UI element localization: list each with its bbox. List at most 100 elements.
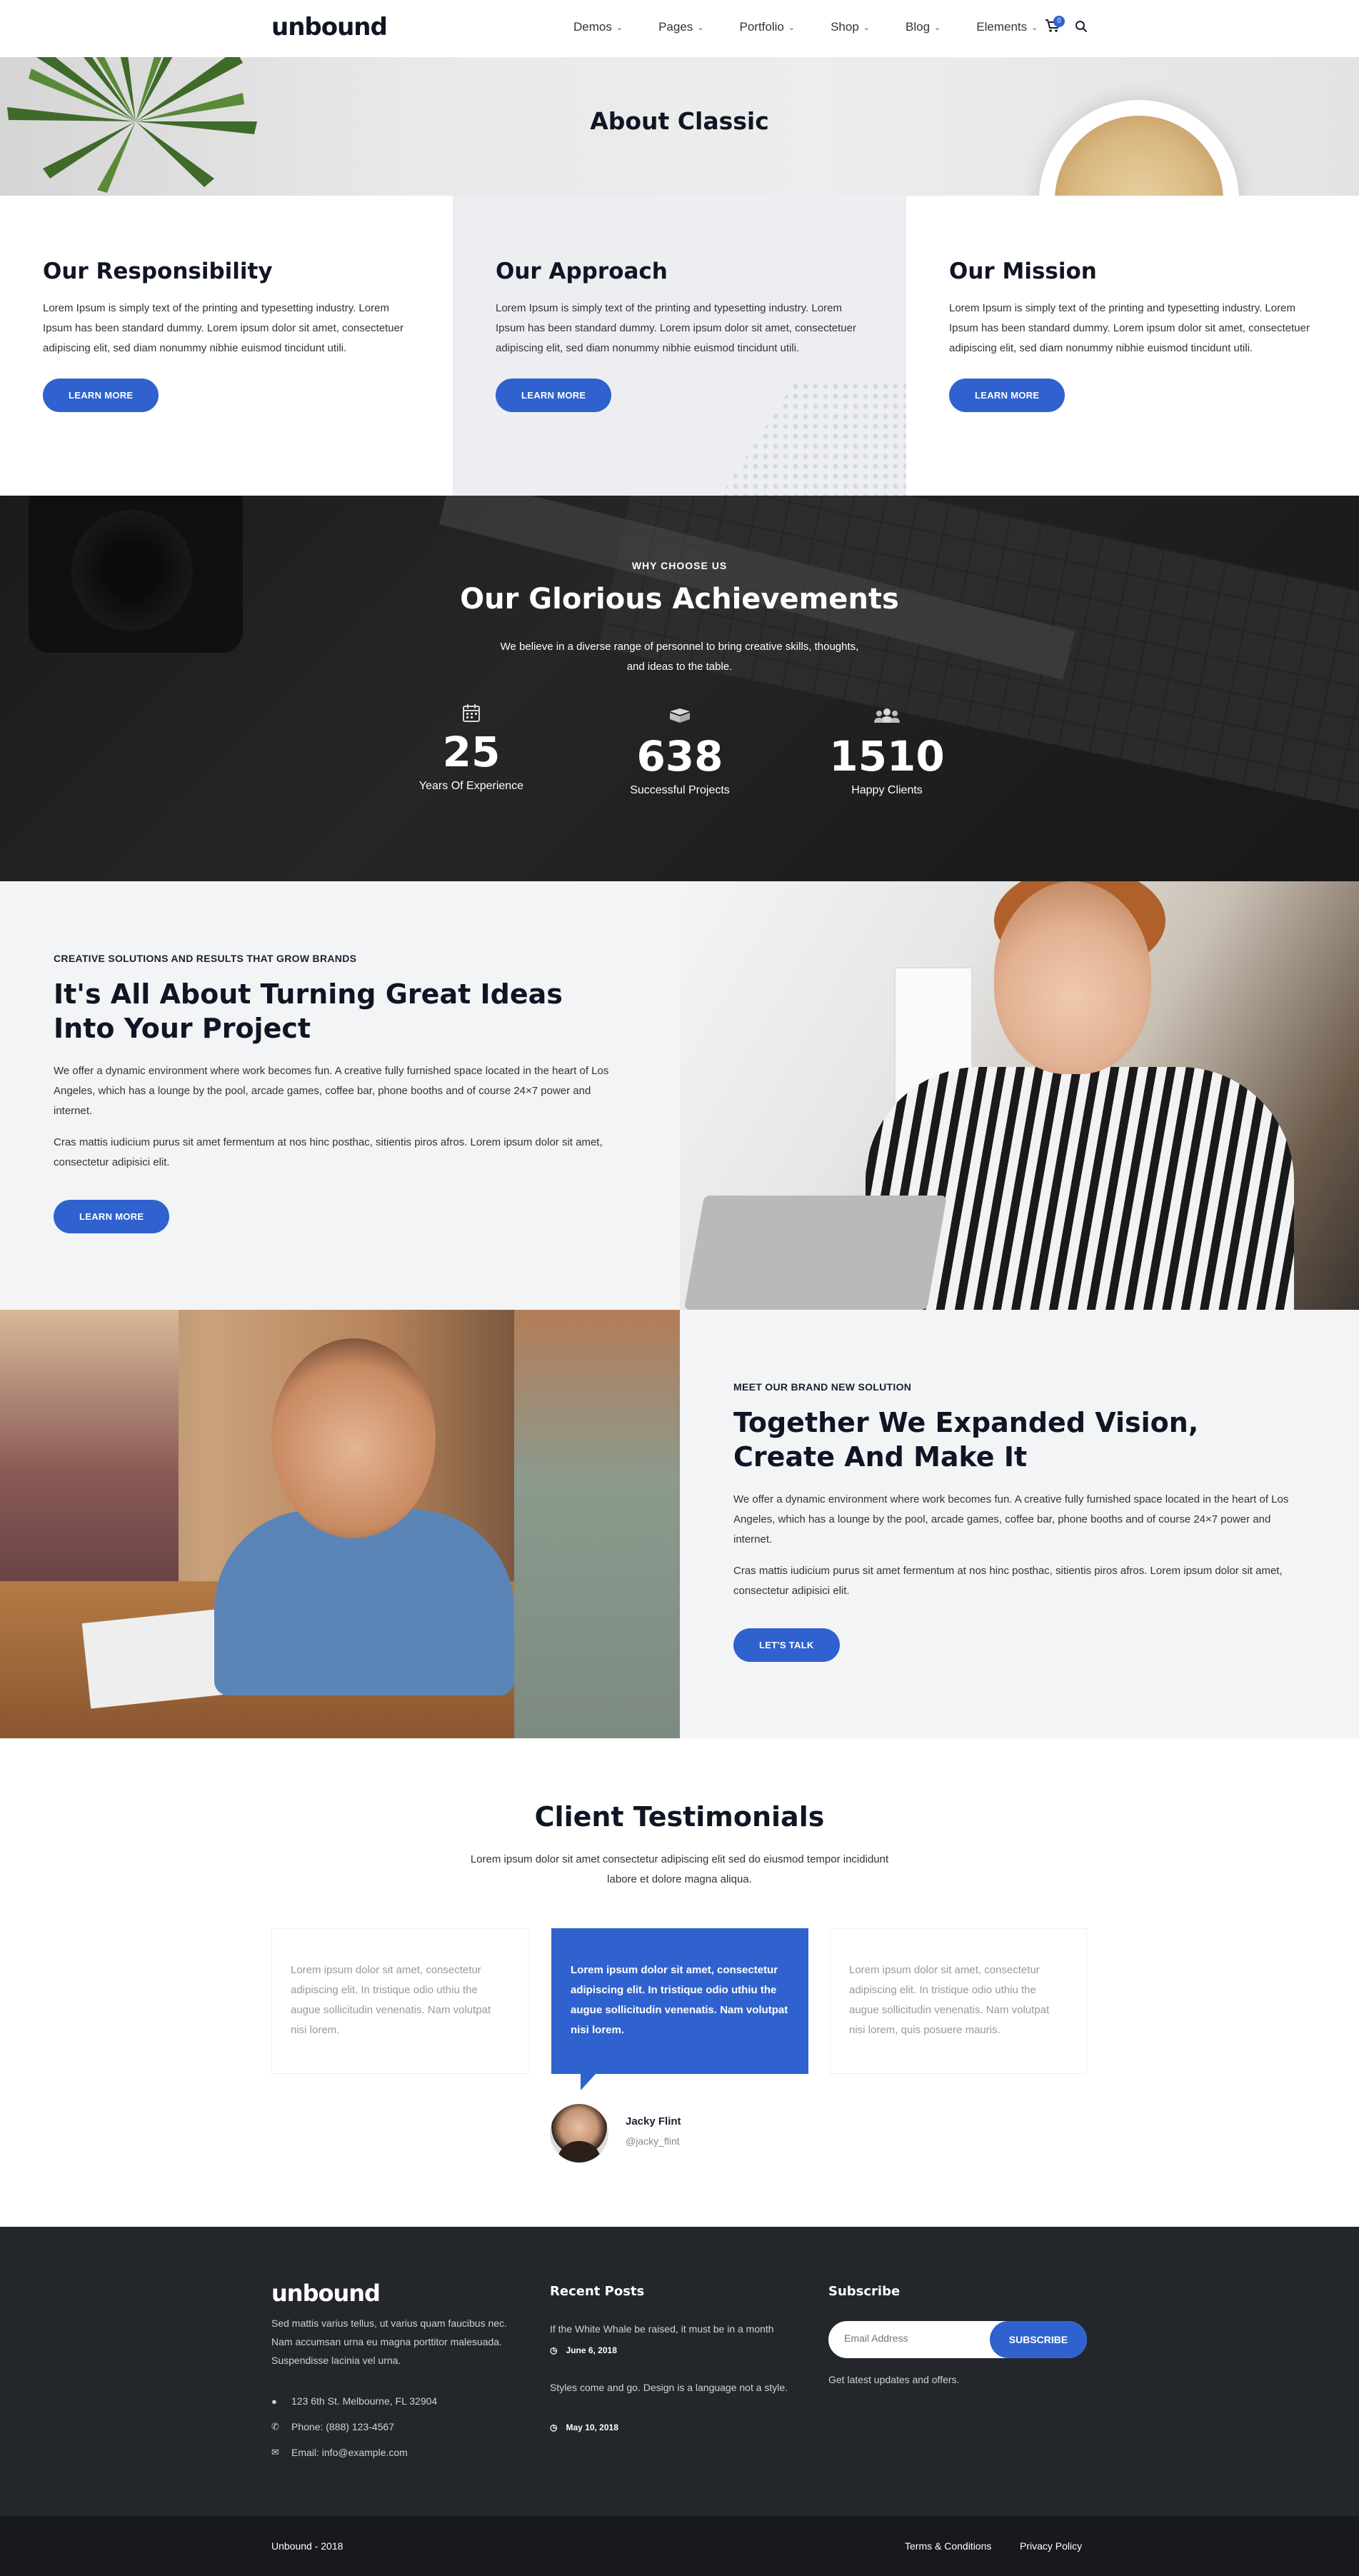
section-paragraph: We offer a dynamic environment where wor… <box>733 1493 1289 1545</box>
feature-mission: Our Mission Lorem Ipsum is simply text o… <box>906 196 1359 496</box>
stat-years: 25 Years Of Experience <box>400 703 543 793</box>
chevron-down-icon: ⌄ <box>788 23 796 32</box>
nav-item-portfolio[interactable]: Portfolio ⌄ <box>740 20 796 34</box>
section-paragraph: We offer a dynamic environment where wor… <box>54 1065 609 1117</box>
post-date-text: May 10, 2018 <box>566 2422 618 2432</box>
address-text: 123 6th St. Melbourne, FL 32904 <box>291 2395 438 2407</box>
email-text[interactable]: Email: info@example.com <box>291 2447 408 2458</box>
learn-more-button[interactable]: LEARN MORE <box>54 1200 170 1233</box>
nav-item-elements[interactable]: Elements ⌄ <box>976 20 1038 34</box>
feature-title: Our Responsibility <box>43 259 273 284</box>
footer-address: ● 123 6th St. Melbourne, FL 32904 <box>271 2395 437 2407</box>
feature-approach: Our Approach Lorem Ipsum is simply text … <box>453 196 906 496</box>
subscribe-note: Get latest updates and offers. <box>828 2374 960 2385</box>
feature-title: Our Mission <box>949 259 1097 284</box>
nav-item-label: Portfolio <box>739 20 784 34</box>
calendar-icon <box>400 703 543 727</box>
footer-logo[interactable]: unbound <box>271 2280 381 2307</box>
section-title: Together We Expanded Vision, Create And … <box>733 1407 1199 1473</box>
cart-count-badge: 0 <box>1053 16 1065 27</box>
section-title: Our Glorious Achievements <box>460 583 899 616</box>
stat-value: 25 <box>442 728 501 776</box>
recent-post-link[interactable]: Styles come and go. Design is a language… <box>550 2378 807 2397</box>
nav-item-shop[interactable]: Shop ⌄ <box>831 20 870 34</box>
mail-icon: ✉ <box>271 2447 279 2457</box>
chevron-down-icon: ⌄ <box>934 23 941 32</box>
nav-item-pages[interactable]: Pages ⌄ <box>658 20 703 34</box>
chevron-down-icon: ⌄ <box>1031 23 1038 32</box>
recent-posts-heading: Recent Posts <box>550 2284 645 2299</box>
section-kicker: CREATIVE SOLUTIONS AND RESULTS THAT GROW… <box>54 953 357 964</box>
lets-talk-button[interactable]: LET'S TALK <box>733 1628 840 1662</box>
section-description: We believe in a diverse range of personn… <box>500 641 859 673</box>
privacy-link[interactable]: Privacy Policy <box>1020 2540 1082 2552</box>
phone-text: Phone: (888) 123-4567 <box>291 2421 394 2432</box>
avatar <box>550 2104 608 2162</box>
page-title: About Classic <box>590 107 769 135</box>
stat-label: Happy Clients <box>851 784 923 796</box>
site-header: unbound Demos ⌄ Pages ⌄ Portfolio ⌄ Shop ⌄ B… <box>0 0 1359 57</box>
chevron-down-icon: ⌄ <box>616 23 623 32</box>
map-pin-icon: ● <box>271 2395 277 2407</box>
feature-text: Lorem Ipsum is simply text of the printi… <box>496 302 856 354</box>
section-paragraph: Cras mattis iudicium purus sit amet ferm… <box>54 1136 603 1168</box>
learn-more-button[interactable]: LEARN MORE <box>949 379 1065 412</box>
box-icon <box>608 707 751 731</box>
achievements-section: WHY CHOOSE US Our Glorious Achievements … <box>0 496 1359 881</box>
post-date: ◷ May 10, 2018 <box>550 2422 618 2432</box>
testimonials-section: Client Testimonials Lorem ipsum dolor si… <box>0 1738 1359 2227</box>
footer-phone: ✆ Phone: (888) 123-4567 <box>271 2421 394 2432</box>
main-nav: Demos ⌄ Pages ⌄ Portfolio ⌄ Shop ⌄ Blog ⌄ Ele… <box>573 20 1073 34</box>
learn-more-button[interactable]: LEARN MORE <box>496 379 612 412</box>
stat-label: Years Of Experience <box>418 780 524 792</box>
post-date-text: June 6, 2018 <box>566 2345 617 2355</box>
nav-item-blog[interactable]: Blog ⌄ <box>906 20 941 34</box>
clock-icon: ◷ <box>550 2422 558 2432</box>
nav-item-label: Shop <box>831 20 859 34</box>
terms-link[interactable]: Terms & Conditions <box>905 2540 991 2552</box>
nav-item-label: Blog <box>906 20 931 34</box>
feature-text: Lorem Ipsum is simply text of the printi… <box>949 302 1310 354</box>
learn-more-button[interactable]: LEARN MORE <box>43 379 159 412</box>
subscribe-button[interactable]: SUBSCRIBE <box>990 2321 1087 2358</box>
site-logo[interactable]: unbound <box>271 13 388 41</box>
team-meeting-photo <box>0 1310 680 1738</box>
dot-pattern <box>721 381 906 496</box>
feature-title: Our Approach <box>496 259 668 284</box>
stat-label: Successful Projects <box>630 784 730 796</box>
feature-text: Lorem Ipsum is simply text of the printi… <box>43 302 403 354</box>
testimonial-card[interactable]: Lorem ipsum dolor sit amet, consectetur … <box>271 1928 528 2074</box>
nav-item-label: Demos <box>573 20 612 34</box>
users-icon <box>816 707 958 731</box>
woman-laptop-photo <box>680 881 1359 1310</box>
phone-icon: ✆ <box>271 2421 279 2432</box>
testimonial-card-active[interactable]: Lorem ipsum dolor sit amet, consectetur … <box>551 1928 808 2090</box>
stat-value: 638 <box>636 732 723 781</box>
stat-value: 1510 <box>829 732 945 781</box>
footer-email: ✉ Email: info@example.com <box>271 2447 408 2458</box>
footer-bottom-bar: Unbound - 2018 Terms & Conditions Privac… <box>0 2516 1359 2576</box>
ideas-section: CREATIVE SOLUTIONS AND RESULTS THAT GROW… <box>0 881 1359 1310</box>
features-row: Our Responsibility Lorem Ipsum is simply… <box>0 196 1359 496</box>
copyright-text: Unbound - 2018 <box>271 2540 343 2552</box>
post-date: ◷ June 6, 2018 <box>550 2345 617 2355</box>
subscribe-heading: Subscribe <box>828 2284 901 2299</box>
site-footer: unbound Sed mattis varius tellus, ut var… <box>0 2227 1359 2516</box>
vision-section: MEET OUR BRAND NEW SOLUTION Together We … <box>0 1310 1359 1738</box>
subscribe-form: SUBSCRIBE <box>828 2321 1087 2358</box>
stat-clients: 1510 Happy Clients <box>816 707 958 797</box>
clock-icon: ◷ <box>550 2345 558 2355</box>
section-title: It's All About Turning Great Ideas Into … <box>54 978 563 1044</box>
search-icon[interactable] <box>1075 20 1088 36</box>
email-field[interactable] <box>844 2332 973 2344</box>
footer-about-text: Sed mattis varius tellus, ut varius quam… <box>271 2317 507 2366</box>
testimonial-author-handle: @jacky_flint <box>626 2135 680 2147</box>
recent-post-link[interactable]: If the White Whale be raised, it must be… <box>550 2320 807 2338</box>
nav-item-label: Pages <box>658 20 693 34</box>
chevron-down-icon: ⌄ <box>697 23 704 32</box>
ideas-text-block: CREATIVE SOLUTIONS AND RESULTS THAT GROW… <box>0 881 680 1310</box>
nav-item-demos[interactable]: Demos ⌄ <box>573 20 623 34</box>
page-hero: About Classic <box>0 57 1359 196</box>
testimonial-card[interactable]: Lorem ipsum dolor sit amet, consectetur … <box>830 1928 1087 2074</box>
section-title: Client Testimonials <box>534 1801 825 1833</box>
